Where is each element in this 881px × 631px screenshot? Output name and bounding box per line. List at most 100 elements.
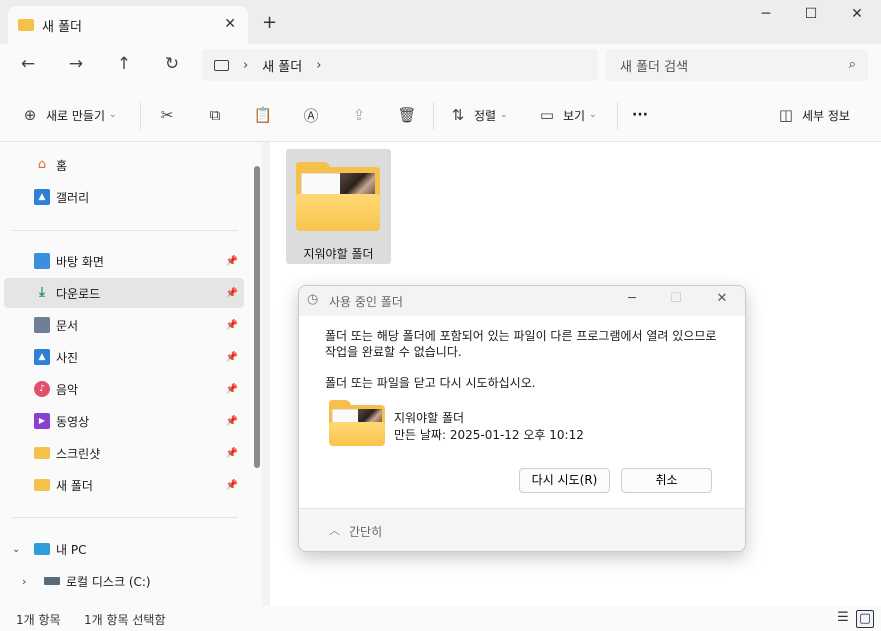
more-icon: ···	[632, 107, 648, 123]
share-button[interactable]: ⇪	[349, 104, 369, 126]
sidebar-item-local-disk[interactable]: › 로컬 디스크 (C:)	[4, 566, 244, 596]
dialog-close-button[interactable]: ✕	[707, 291, 737, 306]
search-icon: ⌕	[848, 57, 856, 72]
pin-icon[interactable]: 📌	[226, 448, 238, 459]
minimize-button[interactable]: ─	[743, 6, 789, 22]
tab-close-icon[interactable]: ✕	[224, 16, 236, 32]
copy-button[interactable]: ⧉	[205, 104, 225, 126]
address-bar[interactable]: › 새 폴더 ›	[202, 49, 598, 81]
details-label: 세부 정보	[802, 108, 850, 123]
status-bar: 1개 항목 1개 항목 선택함 ☰ ▢	[0, 606, 881, 631]
forward-button[interactable]: →	[64, 54, 88, 78]
folder-icon	[34, 479, 50, 491]
pin-icon[interactable]: 📌	[226, 288, 238, 299]
sidebar-item-pictures[interactable]: ▲ 사진 📌	[4, 342, 244, 372]
search-placeholder: 새 폴더 검색	[620, 59, 689, 75]
paste-button[interactable]: 📋	[253, 104, 273, 126]
breadcrumb-folder[interactable]: 새 폴더	[262, 56, 302, 75]
pin-icon[interactable]: 📌	[226, 256, 238, 267]
view-button[interactable]: ▭ 보기 ⌄	[537, 104, 597, 126]
gallery-icon: ▲	[34, 189, 50, 205]
dialog-instruction: 폴더 또는 파일을 닫고 다시 시도하십시오.	[325, 376, 536, 390]
sort-button[interactable]: ⇅ 정렬 ⌄	[448, 104, 508, 126]
sort-icon: ⇅	[451, 106, 465, 124]
close-button[interactable]: ✕	[834, 6, 880, 22]
trash-icon: 🗑	[397, 106, 417, 124]
sidebar-item-videos[interactable]: ▶ 동영상 📌	[4, 406, 244, 436]
new-button[interactable]: ⊕ 새로 만들기 ⌄	[20, 104, 117, 126]
navigation-bar: ← → ↑ ↻ › 새 폴더 › 새 폴더 검색 ⌕	[0, 44, 881, 88]
sidebar-item-desktop[interactable]: 바탕 화면 📌	[4, 246, 244, 276]
home-icon: ⌂	[37, 157, 47, 172]
sidebar-item-this-pc[interactable]: ⌄ 내 PC	[4, 534, 244, 564]
up-button[interactable]: ↑	[112, 54, 136, 78]
copy-icon: ⧉	[209, 106, 221, 124]
search-input[interactable]: 새 폴더 검색 ⌕	[606, 49, 868, 81]
dialog-file-date: 만든 날짜: 2025-01-12 오후 10:12	[394, 428, 584, 442]
chevron-down-icon: ⌄	[109, 110, 117, 120]
chevron-up-icon[interactable]: ︿	[329, 522, 340, 538]
sidebar-item-downloads[interactable]: ⤓ 다운로드 📌	[4, 278, 244, 308]
videos-icon: ▶	[34, 413, 50, 429]
sidebar-item-screenshots[interactable]: 스크린샷 📌	[4, 438, 244, 468]
chevron-right-icon[interactable]: ›	[22, 575, 26, 588]
plus-circle-icon: ⊕	[23, 106, 37, 124]
sidebar-scrollbar-thumb[interactable]	[254, 166, 260, 468]
pin-icon[interactable]: 📌	[226, 320, 238, 331]
sidebar-item-documents[interactable]: 문서 📌	[4, 310, 244, 340]
divider	[12, 230, 238, 231]
folder-icon	[34, 447, 50, 459]
chevron-down-icon: ⌄	[500, 110, 508, 120]
chevron-down-icon: ⌄	[589, 110, 597, 120]
pin-icon[interactable]: 📌	[226, 352, 238, 363]
item-count: 1개 항목	[16, 613, 61, 627]
more-button[interactable]: ···	[632, 104, 648, 126]
cancel-button[interactable]: 취소	[621, 468, 712, 493]
details-view-icon[interactable]: ☰	[834, 610, 852, 628]
divider	[433, 102, 434, 130]
sidebar-item-label: 문서	[56, 318, 79, 333]
rename-button[interactable]: Ⓐ	[301, 104, 321, 126]
refresh-button[interactable]: ↻	[160, 54, 184, 78]
tab-new-folder[interactable]: 새 폴더 ✕	[8, 6, 248, 44]
sidebar-item-label: 스크린샷	[56, 446, 101, 461]
retry-button[interactable]: 다시 시도(R)	[519, 468, 610, 493]
divider	[617, 102, 618, 130]
dialog-minimize-button[interactable]: ─	[617, 291, 647, 306]
rename-icon: Ⓐ	[303, 106, 319, 125]
breadcrumb-chevron-icon[interactable]: ›	[243, 58, 248, 73]
maximize-button[interactable]: ☐	[788, 6, 834, 22]
pin-icon[interactable]: 📌	[226, 480, 238, 491]
tab-title: 새 폴더	[42, 19, 83, 35]
dialog-footer: ︿ 간단히	[299, 508, 745, 551]
sidebar-item-home[interactable]: ⌂ 홈	[4, 150, 244, 180]
new-tab-button[interactable]: +	[262, 12, 277, 33]
back-button[interactable]: ←	[16, 54, 40, 78]
sidebar-item-music[interactable]: ♪ 음악 📌	[4, 374, 244, 404]
navigation-pane: ⌂ 홈 ▲ 갤러리 바탕 화면 📌 ⤓ 다운로드 📌 문서 📌 ▲ 사진 📌 ♪…	[0, 142, 262, 606]
delete-button[interactable]: 🗑	[397, 104, 417, 126]
folder-thumbnail-icon	[329, 400, 385, 446]
fewer-details-toggle[interactable]: 간단히	[349, 523, 382, 540]
sidebar-item-label: 사진	[56, 350, 79, 365]
share-icon: ⇪	[352, 106, 366, 124]
sidebar-item-label: 새 폴더	[56, 478, 93, 493]
documents-icon	[34, 317, 50, 333]
sidebar-item-new-folder[interactable]: 새 폴더 📌	[4, 470, 244, 500]
sidebar-item-label: 내 PC	[56, 542, 87, 557]
pin-icon[interactable]: 📌	[226, 384, 238, 395]
tiles-view-icon[interactable]: ▢	[856, 610, 874, 628]
folder-in-use-dialog: ◷ 사용 중인 폴더 ─ ☐ ✕ 폴더 또는 해당 폴더에 포함되어 있는 파일…	[298, 285, 746, 552]
cut-button[interactable]: ✂	[157, 104, 177, 126]
sidebar-item-label: 갤러리	[56, 190, 90, 205]
pictures-icon: ▲	[34, 349, 50, 365]
selection-count: 1개 항목 선택함	[84, 613, 166, 627]
sidebar-item-gallery[interactable]: ▲ 갤러리	[4, 182, 244, 212]
details-button[interactable]: ◫ 세부 정보	[776, 104, 850, 126]
pin-icon[interactable]: 📌	[226, 416, 238, 427]
sidebar-item-label: 동영상	[56, 414, 90, 429]
chevron-down-icon[interactable]: ⌄	[12, 544, 20, 555]
sidebar-item-label: 다운로드	[56, 286, 101, 301]
file-item[interactable]: 지워야할 폴더	[286, 149, 391, 264]
breadcrumb-chevron-icon[interactable]: ›	[316, 58, 321, 73]
